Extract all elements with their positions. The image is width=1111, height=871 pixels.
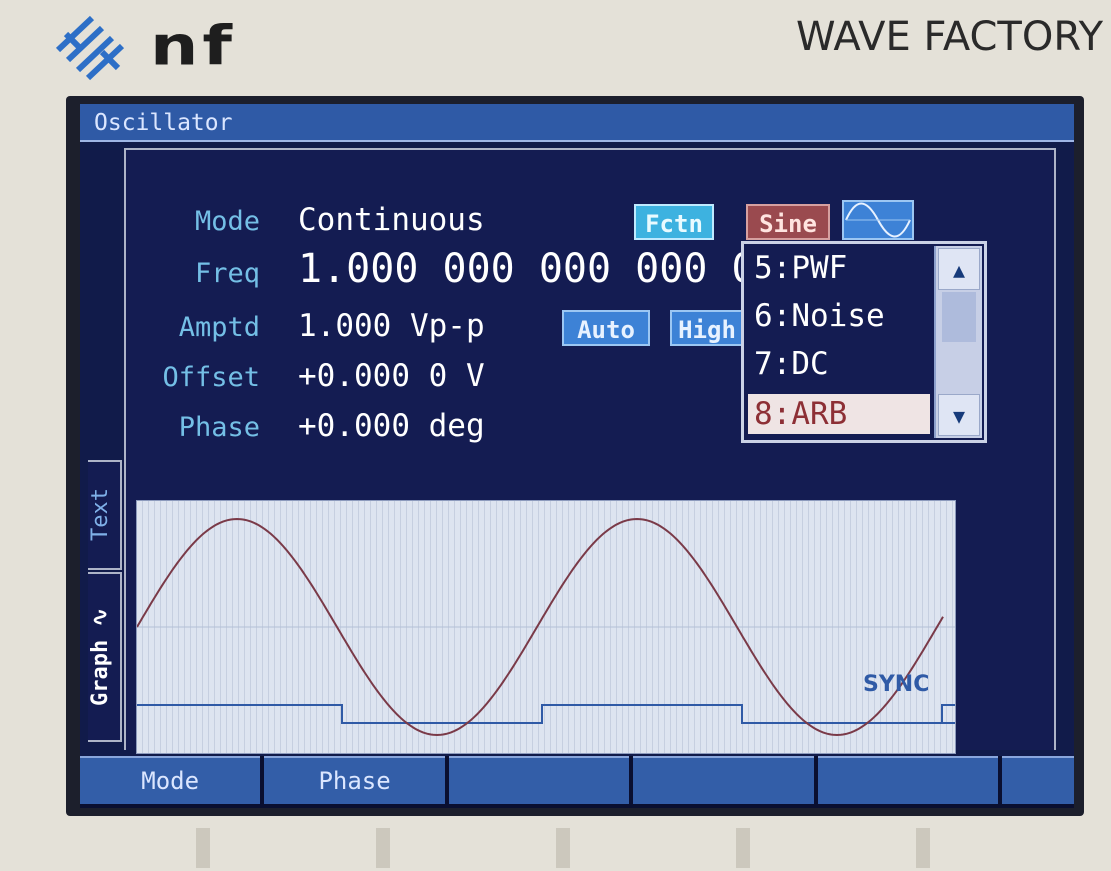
fctn-button[interactable]: Fctn — [634, 204, 714, 240]
offset-value[interactable]: +0.000 0 V — [298, 358, 485, 394]
nf-logo-icon — [55, 15, 125, 81]
window-title: Oscillator — [80, 104, 1074, 142]
triangle-up-icon: ▲ — [952, 258, 966, 282]
freq-label: Freq — [194, 258, 260, 289]
waveform-preview-button[interactable] — [842, 200, 914, 240]
offset-label: Offset — [162, 362, 260, 393]
softkey-phase[interactable]: Phase — [264, 756, 445, 804]
function-option-dc[interactable]: 7:DC — [748, 344, 930, 384]
oscillator-screen: Oscillator Text Graph ∿ Mode Continuous … — [80, 104, 1074, 808]
softkey-6[interactable] — [1001, 756, 1074, 804]
function-option-pwf[interactable]: 5:PWF — [748, 248, 930, 288]
tab-graph[interactable]: Graph ∿ — [88, 572, 122, 742]
bezel-key-notch — [556, 828, 570, 868]
tab-text[interactable]: Text — [88, 460, 122, 570]
dropdown-scrollbar[interactable]: ▲ ▼ — [934, 246, 982, 438]
sync-label: SYNC — [863, 672, 929, 697]
triangle-down-icon: ▼ — [952, 404, 966, 428]
function-option-arb[interactable]: 8:ARB — [748, 394, 930, 434]
brand-text: nf — [150, 14, 236, 79]
softkey-3[interactable] — [448, 756, 630, 804]
scroll-thumb[interactable] — [942, 292, 976, 342]
bezel-key-notch — [376, 828, 390, 868]
sine-wave-icon: ∿ — [88, 608, 113, 627]
amptd-label: Amptd — [178, 312, 260, 343]
mode-label: Mode — [194, 206, 260, 237]
softkey-5[interactable] — [817, 756, 998, 804]
function-option-noise[interactable]: 6:Noise — [748, 296, 930, 336]
function-dropdown[interactable]: 5:PWF 6:Noise 7:DC 8:ARB ▲ ▼ — [741, 241, 987, 443]
softkey-mode[interactable]: Mode — [80, 756, 261, 804]
tab-graph-label: Graph — [88, 639, 113, 706]
bezel-key-notch — [916, 828, 930, 868]
product-name: WAVE FACTORY — [795, 14, 1103, 60]
phase-value[interactable]: +0.000 deg — [298, 408, 485, 444]
freq-value[interactable]: 1.000 000 000 000 0 — [298, 246, 756, 292]
scroll-up-button[interactable]: ▲ — [938, 248, 980, 290]
sine-wave-icon — [845, 202, 911, 238]
high-button[interactable]: High — [670, 310, 744, 346]
softkey-4[interactable] — [633, 756, 814, 804]
nf-logo: nf — [52, 4, 382, 90]
auto-button[interactable]: Auto — [562, 310, 650, 346]
mode-value[interactable]: Continuous — [298, 202, 485, 238]
phase-label: Phase — [178, 412, 260, 443]
tab-text-label: Text — [88, 488, 113, 542]
softkey-bar: Mode Phase — [80, 756, 1074, 808]
bezel-key-notch — [736, 828, 750, 868]
amptd-value[interactable]: 1.000 Vp-p — [298, 308, 485, 344]
bezel-key-notch — [196, 828, 210, 868]
waveform-graph: SYNC — [136, 500, 956, 754]
sine-button[interactable]: Sine — [746, 204, 830, 240]
settings-panel: Mode Continuous Freq 1.000 000 000 000 0… — [124, 148, 1056, 754]
scroll-down-button[interactable]: ▼ — [938, 394, 980, 436]
